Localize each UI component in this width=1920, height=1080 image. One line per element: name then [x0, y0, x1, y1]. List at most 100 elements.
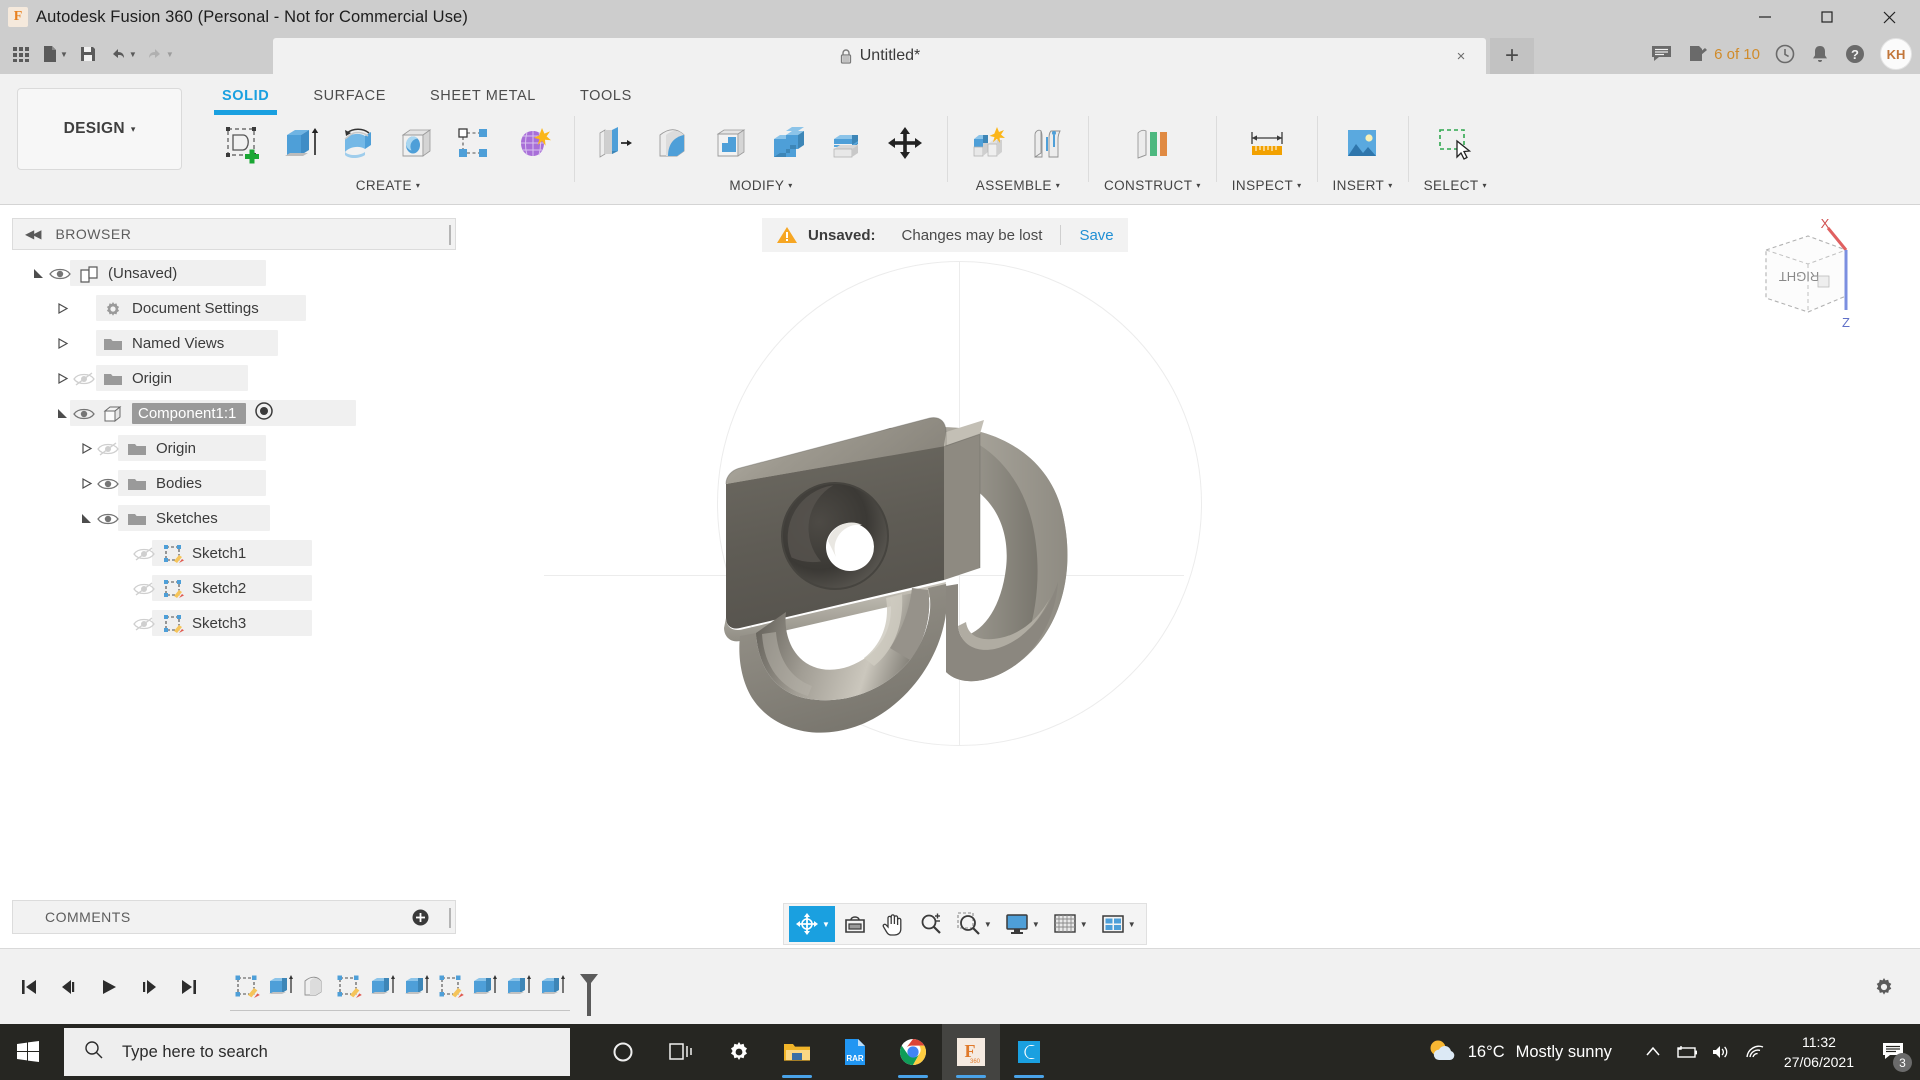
- grid-snaps-tool[interactable]: ▼: [1047, 906, 1093, 942]
- play-icon[interactable]: [98, 976, 120, 998]
- panel-title-insert[interactable]: INSERT ▾: [1333, 178, 1393, 193]
- model-3d-clamp-bracket[interactable]: [628, 336, 1308, 786]
- tree-node-component-origin[interactable]: Origin: [12, 431, 456, 466]
- offset-plane-icon[interactable]: [1126, 116, 1178, 174]
- panel-title-modify[interactable]: MODIFY ▾: [729, 178, 792, 193]
- tree-node-unsaved[interactable]: (Unsaved): [12, 256, 456, 291]
- visibility-hidden-icon[interactable]: [130, 581, 158, 597]
- timeline-feature-extrude4[interactable]: [468, 968, 502, 1006]
- create-sketch-icon[interactable]: [217, 116, 269, 174]
- collapse-left-icon[interactable]: ◀◀: [25, 227, 42, 241]
- pattern-icon[interactable]: [449, 116, 501, 174]
- viewport[interactable]: RIGHT X Z: [458, 206, 1920, 896]
- cura-icon[interactable]: [1000, 1024, 1058, 1080]
- panel-title-select[interactable]: SELECT ▾: [1424, 178, 1487, 193]
- undo-icon[interactable]: ▼: [105, 37, 140, 71]
- file-explorer-icon[interactable]: [768, 1024, 826, 1080]
- tree-node-document-settings[interactable]: Document Settings: [12, 291, 456, 326]
- windows-start-icon[interactable]: [0, 1024, 56, 1080]
- close-icon[interactable]: [1858, 0, 1920, 34]
- fusion360-icon[interactable]: F 360: [942, 1024, 1000, 1080]
- pan-hand-tool[interactable]: [875, 906, 911, 942]
- visibility-eye-icon[interactable]: [94, 477, 122, 491]
- timeline-feature-extrude3[interactable]: [400, 968, 434, 1006]
- step-back-icon[interactable]: [58, 976, 80, 998]
- show-data-panel-icon[interactable]: [6, 37, 36, 71]
- panel-title-construct[interactable]: CONSTRUCT ▾: [1104, 178, 1201, 193]
- speaker-icon[interactable]: [1704, 1024, 1738, 1080]
- create-form-icon[interactable]: [507, 116, 559, 174]
- combine-icon[interactable]: [764, 116, 816, 174]
- weather-widget[interactable]: 16°C Mostly sunny: [1427, 1037, 1612, 1068]
- tree-node-bodies[interactable]: Bodies: [12, 466, 456, 501]
- redo-icon[interactable]: ▼: [142, 37, 177, 71]
- timeline-feature-sketch1[interactable]: [230, 968, 264, 1006]
- visibility-eye-icon[interactable]: [46, 267, 74, 281]
- visibility-hidden-icon[interactable]: [94, 441, 122, 457]
- save-icon[interactable]: [73, 37, 103, 71]
- winrar-icon[interactable]: RAR: [826, 1024, 884, 1080]
- maximize-icon[interactable]: [1796, 0, 1858, 34]
- clock-icon[interactable]: [1774, 43, 1796, 65]
- cortana-icon[interactable]: [594, 1024, 652, 1080]
- document-tab[interactable]: Untitled* ×: [273, 38, 1486, 74]
- bell-icon[interactable]: [1810, 43, 1830, 65]
- visibility-hidden-icon[interactable]: [130, 546, 158, 562]
- display-settings-tool[interactable]: ▼: [999, 906, 1045, 942]
- panel-title-assemble[interactable]: ASSEMBLE ▾: [976, 178, 1060, 193]
- split-face-icon[interactable]: [822, 116, 874, 174]
- timeline-feature-sketch3[interactable]: [434, 968, 468, 1006]
- collapsed-arrow-icon[interactable]: [54, 336, 70, 352]
- workspace-switcher[interactable]: DESIGN ▾: [17, 88, 182, 170]
- tab-surface[interactable]: SURFACE: [291, 84, 408, 108]
- add-comment-icon[interactable]: [412, 909, 429, 931]
- timeline-feature-extrude5[interactable]: [502, 968, 536, 1006]
- press-pull-icon[interactable]: [590, 116, 642, 174]
- tree-node-sketch1[interactable]: Sketch1: [12, 536, 456, 571]
- zoom-fit-tool[interactable]: ▼: [951, 906, 997, 942]
- task-view-icon[interactable]: [652, 1024, 710, 1080]
- zoom-tool[interactable]: [913, 906, 949, 942]
- extrude-icon[interactable]: [275, 116, 327, 174]
- select-window-icon[interactable]: [1429, 116, 1481, 174]
- visibility-eye-icon[interactable]: [94, 512, 122, 526]
- joint-icon[interactable]: [1021, 116, 1073, 174]
- tree-node-origin[interactable]: Origin: [12, 361, 456, 396]
- tree-node-sketch3[interactable]: Sketch3: [12, 606, 456, 641]
- expanded-arrow-icon[interactable]: [54, 406, 70, 422]
- avatar[interactable]: KH: [1880, 38, 1912, 70]
- collapsed-arrow-icon[interactable]: [78, 441, 94, 457]
- minimize-icon[interactable]: [1734, 0, 1796, 34]
- jobs-status[interactable]: 6 of 10: [1687, 44, 1760, 64]
- revolve-icon[interactable]: [333, 116, 385, 174]
- tree-node-sketch2[interactable]: Sketch2: [12, 571, 456, 606]
- expanded-arrow-icon[interactable]: [78, 511, 94, 527]
- panel-resize-grip[interactable]: [449, 225, 451, 245]
- comments-icon[interactable]: [1650, 44, 1673, 64]
- save-link[interactable]: Save: [1079, 227, 1113, 244]
- tree-node-sketches[interactable]: Sketches: [12, 501, 456, 536]
- new-tab-button[interactable]: +: [1490, 38, 1534, 74]
- battery-icon[interactable]: [1670, 1024, 1704, 1080]
- collapsed-arrow-icon[interactable]: [78, 476, 94, 492]
- orbit-tool[interactable]: ▼: [789, 906, 835, 942]
- tab-sheet-metal[interactable]: SHEET METAL: [408, 84, 558, 108]
- comments-panel-header[interactable]: COMMENTS: [12, 900, 456, 934]
- timeline-feature-extrude1[interactable]: [264, 968, 298, 1006]
- taskbar-search[interactable]: Type here to search: [64, 1028, 570, 1076]
- collapsed-arrow-icon[interactable]: [54, 301, 70, 317]
- timeline-feature-extrude2[interactable]: [366, 968, 400, 1006]
- timeline-settings-gear-icon[interactable]: [1872, 975, 1896, 1004]
- timeline-feature-sketch2[interactable]: [332, 968, 366, 1006]
- visibility-hidden-icon[interactable]: [130, 616, 158, 632]
- activate-component-radio[interactable]: [254, 401, 274, 426]
- measure-icon[interactable]: [1241, 116, 1293, 174]
- new-component-icon[interactable]: [963, 116, 1015, 174]
- move-copy-icon[interactable]: [880, 116, 932, 174]
- timeline-feature-fillet[interactable]: [298, 968, 332, 1006]
- tab-tools[interactable]: TOOLS: [558, 84, 654, 108]
- tab-solid[interactable]: SOLID: [200, 84, 291, 115]
- close-icon[interactable]: ×: [1452, 47, 1470, 65]
- tree-node-component1[interactable]: Component1:1: [12, 396, 456, 431]
- expanded-arrow-icon[interactable]: [30, 266, 46, 282]
